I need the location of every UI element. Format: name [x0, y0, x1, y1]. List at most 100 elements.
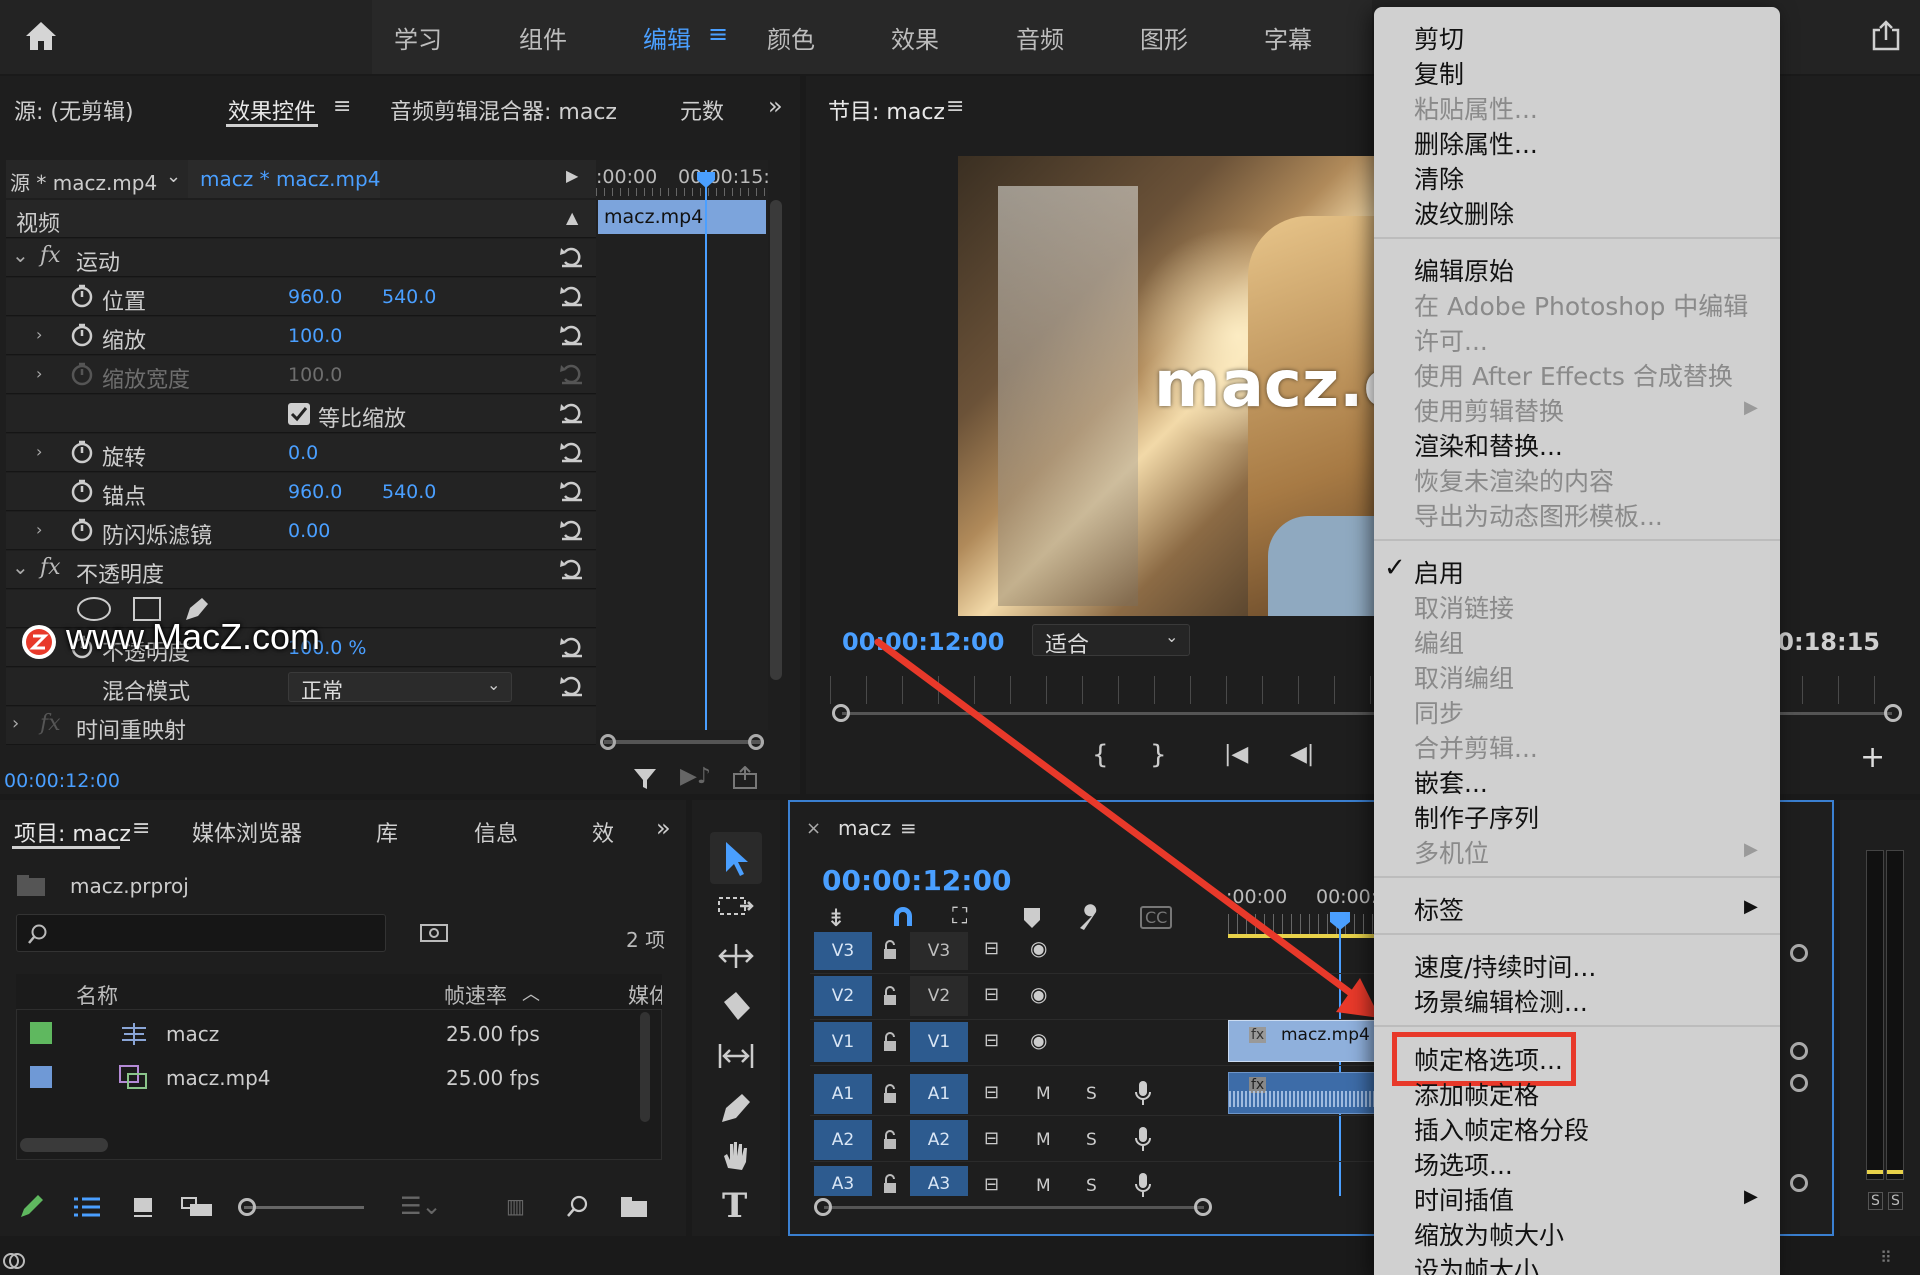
mute-button[interactable]: M	[1036, 1176, 1051, 1196]
menu-item-render-and-replace[interactable]: 渲染和替换...	[1414, 427, 1563, 463]
lock-icon[interactable]	[882, 1174, 898, 1194]
play-only-icon[interactable]: ▶	[566, 166, 578, 185]
menu-item-ripple-delete[interactable]: 波纹删除	[1414, 195, 1514, 231]
selection-tool-button[interactable]	[710, 832, 762, 884]
track-select-tool-icon[interactable]	[716, 892, 756, 924]
opacity-fx-icon[interactable]: fx	[40, 555, 61, 580]
list-view-icon[interactable]	[72, 1196, 102, 1218]
timeline-zoom-bar[interactable]	[824, 1206, 1204, 1209]
track-a3-source[interactable]: A3	[814, 1166, 872, 1196]
lock-icon[interactable]	[882, 1130, 898, 1150]
meter-solo-right[interactable]: S	[1888, 1192, 1903, 1210]
blend-mode-row[interactable]: 混合模式 正常 ⌄	[6, 668, 596, 706]
motion-row[interactable]: ⌄ fx 运动	[6, 239, 596, 277]
zoom-slider-handle[interactable]	[238, 1198, 256, 1216]
sync-lock-icon[interactable]: ⊟	[984, 1128, 999, 1149]
menu-item-cut[interactable]: 剪切	[1414, 20, 1464, 56]
workspace-editing[interactable]: 编辑	[643, 20, 691, 55]
expand-scale-width-icon[interactable]: ›	[36, 364, 42, 383]
track-a1-source[interactable]: A1	[814, 1074, 872, 1114]
table-row[interactable]	[16, 1056, 646, 1100]
col-media-header[interactable]: 媒体	[628, 980, 662, 1010]
microphone-icon[interactable]	[1134, 1080, 1152, 1106]
mini-vertical-scrollbar[interactable]	[770, 200, 782, 680]
mini-zoom-bar[interactable]	[604, 740, 764, 744]
label-color-swatch[interactable]	[30, 1022, 52, 1044]
position-y-value[interactable]: 540.0	[382, 286, 436, 308]
automate-icon[interactable]: ▥	[506, 1194, 525, 1218]
workspace-learn[interactable]: 学习	[394, 20, 442, 55]
position-row[interactable]: 位置 960.0 540.0	[6, 278, 596, 316]
zoom-slider-track[interactable]	[244, 1206, 364, 1209]
opacity-fx-row[interactable]: ⌄ fx 不透明度	[6, 551, 596, 589]
panel-overflow-icon[interactable]: »	[768, 92, 783, 120]
menu-item-scale-to-frame-size[interactable]: 缩放为帧大小	[1414, 1216, 1564, 1252]
project-vertical-scrollbar[interactable]	[640, 1012, 650, 1122]
icon-view-icon[interactable]	[132, 1196, 154, 1218]
workspace-captions[interactable]: 字幕	[1264, 20, 1312, 55]
audio-clip[interactable]: fx	[1228, 1072, 1378, 1114]
menu-item-frame-hold-options[interactable]: 帧定格选项...	[1414, 1041, 1563, 1077]
tab-audio-clip-mixer[interactable]: 音频剪辑混合器: macz	[390, 94, 617, 126]
sort-icons-icon[interactable]: ☰⌄	[400, 1192, 442, 1220]
find-bottom-icon[interactable]	[566, 1194, 590, 1218]
position-stopwatch-icon[interactable]	[70, 284, 94, 308]
menu-item-add-frame-hold[interactable]: 添加帧定格	[1414, 1076, 1539, 1112]
reset-rotation-icon[interactable]	[559, 440, 585, 464]
track-height-knob[interactable]	[1790, 944, 1808, 962]
anchor-row[interactable]: 锚点 960.0 540.0	[6, 473, 596, 511]
reset-motion-icon[interactable]	[559, 245, 585, 269]
pencil-icon[interactable]	[18, 1192, 46, 1220]
menu-item-insert-frame-hold-segment[interactable]: 插入帧定格分段	[1414, 1111, 1589, 1147]
razor-tool-icon[interactable]	[718, 990, 754, 1026]
project-search-input[interactable]	[16, 914, 386, 952]
menu-item-remove-attributes[interactable]: 删除属性...	[1414, 125, 1538, 161]
expand-antiflicker-icon[interactable]: ›	[36, 520, 42, 539]
filter-icon[interactable]	[632, 766, 658, 792]
share-icon[interactable]	[1870, 20, 1902, 52]
antiflicker-value[interactable]: 0.00	[288, 520, 330, 542]
project-overflow-icon[interactable]: »	[656, 814, 671, 842]
project-horizontal-scrollbar[interactable]	[20, 1138, 108, 1152]
sync-lock-icon[interactable]: ⊟	[984, 1082, 999, 1103]
expand-opacity-icon[interactable]: ⌄	[12, 555, 29, 579]
scale-stopwatch-icon[interactable]	[70, 323, 94, 347]
tab-metadata[interactable]: 元数	[680, 94, 724, 126]
menu-item-copy[interactable]: 复制	[1414, 55, 1464, 91]
microphone-icon[interactable]	[1134, 1172, 1152, 1198]
menu-item-clear[interactable]: 清除	[1414, 160, 1464, 196]
effect-controls-timecode[interactable]: 00:00:12:00	[4, 770, 120, 792]
mini-playhead[interactable]	[705, 170, 707, 730]
mute-button[interactable]: M	[1036, 1084, 1051, 1104]
expand-motion-icon[interactable]: ⌄	[12, 243, 29, 267]
tab-source[interactable]: 源: (无剪辑)	[14, 94, 134, 126]
rotation-value[interactable]: 0.0	[288, 442, 318, 464]
menu-item-edit-original[interactable]: 编辑原始	[1414, 252, 1514, 288]
hand-tool-icon[interactable]	[718, 1138, 754, 1174]
menu-item-time-interpolation[interactable]: 时间插值	[1414, 1181, 1514, 1217]
reset-scale-icon[interactable]	[559, 323, 585, 347]
timeline-zoom-right-handle[interactable]	[1194, 1198, 1212, 1216]
anchor-stopwatch-icon[interactable]	[70, 479, 94, 503]
collapse-up-icon[interactable]: ▲	[566, 208, 578, 227]
mute-button[interactable]: M	[1036, 1130, 1051, 1150]
col-name-header[interactable]: 名称	[76, 980, 118, 1010]
workspace-assembly[interactable]: 组件	[519, 20, 567, 55]
freeform-view-icon[interactable]	[180, 1196, 214, 1218]
home-icon[interactable]	[24, 20, 58, 52]
export-frame-icon[interactable]	[732, 766, 758, 790]
insert-nest-icon[interactable]: ⇟	[826, 904, 846, 932]
sort-ascending-icon[interactable]: ︿	[522, 980, 540, 1006]
target-clip-label[interactable]: macz * macz.mp4	[200, 167, 380, 191]
sync-lock-icon[interactable]: ⊟	[984, 1174, 999, 1195]
menu-item-enable[interactable]: 启用	[1414, 554, 1464, 590]
menu-item-field-options[interactable]: 场选项...	[1414, 1146, 1513, 1182]
reset-antiflicker-icon[interactable]	[559, 518, 585, 542]
time-remap-row[interactable]: › fx 时间重映射	[6, 707, 596, 745]
program-monitor-title[interactable]: 节目: macz	[828, 94, 945, 126]
add-button-icon[interactable]: +	[1860, 740, 1885, 775]
workspace-menu-icon[interactable]: ≡	[708, 20, 728, 48]
menu-item-make-subsequence[interactable]: 制作子序列	[1414, 799, 1539, 835]
scale-row[interactable]: › 缩放 100.0	[6, 317, 596, 355]
solo-button[interactable]: S	[1086, 1084, 1097, 1104]
